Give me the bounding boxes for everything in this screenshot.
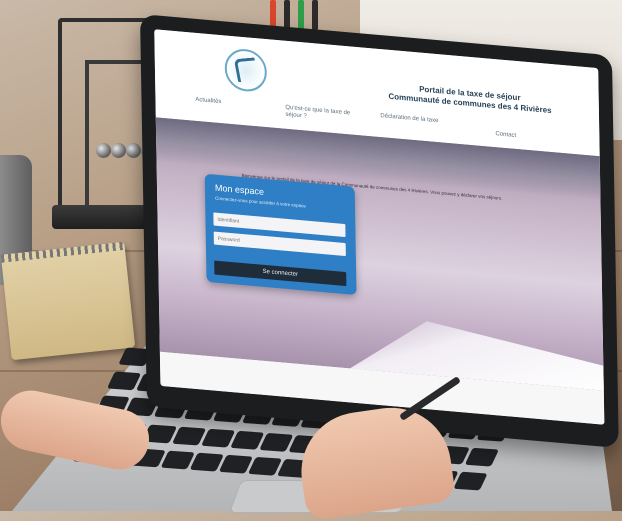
newton-cradle-ball <box>126 143 141 158</box>
laptop-screen-bezel: Portail de la taxe de séjour Communauté … <box>140 14 619 449</box>
newton-cradle-ball <box>96 143 111 158</box>
nav-item-contact[interactable]: Contact <box>495 131 516 139</box>
logo-emblem-icon[interactable] <box>224 47 268 94</box>
newton-cradle-ball <box>111 143 126 158</box>
pen <box>312 0 318 30</box>
nav-item-declaration[interactable]: Déclaration de la taxe <box>380 113 438 124</box>
nav-item-taxe-info[interactable]: Qu'est-ce que la taxe de séjour ? <box>285 105 355 125</box>
login-title: Mon espace <box>214 182 265 197</box>
login-submit-button[interactable]: Se connecter <box>214 260 347 287</box>
laptop-screen: Portail de la taxe de séjour Communauté … <box>154 29 605 425</box>
notebook <box>0 241 136 361</box>
logo-mark <box>233 57 259 83</box>
login-subtitle: Connectez-vous pour accéder à votre espa… <box>215 195 306 209</box>
nav-item-actualites[interactable]: Actualités <box>195 97 221 105</box>
pen <box>298 0 304 30</box>
login-card: Mon espace Connectez-vous pour accéder à… <box>204 173 357 296</box>
pen <box>284 0 290 30</box>
